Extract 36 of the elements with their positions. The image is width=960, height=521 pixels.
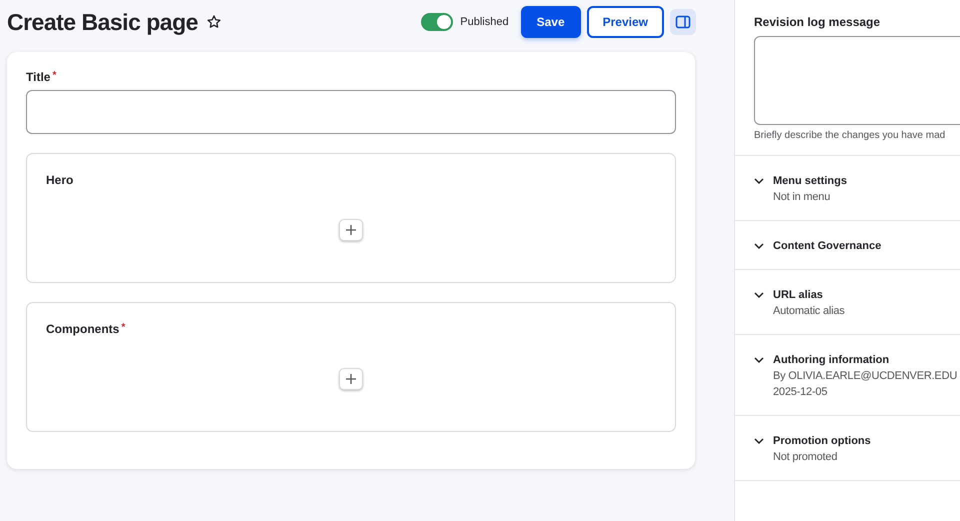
add-button[interactable] bbox=[339, 219, 363, 241]
sidebar-icon bbox=[675, 14, 691, 30]
section-label: Hero bbox=[46, 173, 74, 187]
plus-icon bbox=[345, 373, 357, 385]
group-title[interactable]: Content Governance bbox=[773, 240, 960, 252]
revision-label: Revision log message bbox=[754, 15, 882, 29]
group-title[interactable]: URL alias bbox=[773, 289, 960, 301]
revision-log-field[interactable] bbox=[754, 36, 960, 125]
section-label: Components * bbox=[46, 322, 126, 336]
group-summary: Automatic alias bbox=[773, 305, 846, 317]
chevron-icon[interactable] bbox=[754, 290, 764, 300]
group-title[interactable]: Menu settings bbox=[773, 175, 960, 187]
field-label: Title * bbox=[26, 70, 58, 84]
required-marker: * bbox=[52, 70, 56, 81]
group-summary: 2025-12-05 bbox=[773, 386, 828, 398]
published-toggle[interactable] bbox=[421, 13, 454, 31]
field-description: Briefly describe the changes you have mad bbox=[754, 130, 946, 141]
page-title: Create Basic page bbox=[7, 8, 198, 36]
sidebar-toggle-button[interactable] bbox=[670, 9, 696, 35]
group-title[interactable]: Authoring information bbox=[773, 354, 960, 366]
star-icon[interactable] bbox=[206, 14, 222, 30]
required-marker: * bbox=[121, 322, 126, 333]
chevron-icon[interactable] bbox=[754, 436, 764, 446]
chevron-icon[interactable] bbox=[754, 241, 764, 251]
group-summary: Not in menu bbox=[773, 191, 832, 203]
preview-button[interactable]: Preview bbox=[586, 6, 664, 38]
group-summary: By OLIVIA.EARLE@UCDENVER.EDU bbox=[773, 370, 958, 382]
plus-icon bbox=[345, 224, 357, 236]
add-button[interactable] bbox=[339, 368, 363, 390]
group-summary: Not promoted bbox=[773, 451, 838, 463]
chevron-icon[interactable] bbox=[754, 176, 764, 186]
chevron-icon[interactable] bbox=[754, 355, 764, 365]
save-button[interactable]: Save bbox=[520, 6, 581, 38]
group-title[interactable]: Promotion options bbox=[773, 435, 960, 447]
title-input[interactable] bbox=[26, 90, 676, 134]
published-label: Published bbox=[460, 16, 509, 28]
